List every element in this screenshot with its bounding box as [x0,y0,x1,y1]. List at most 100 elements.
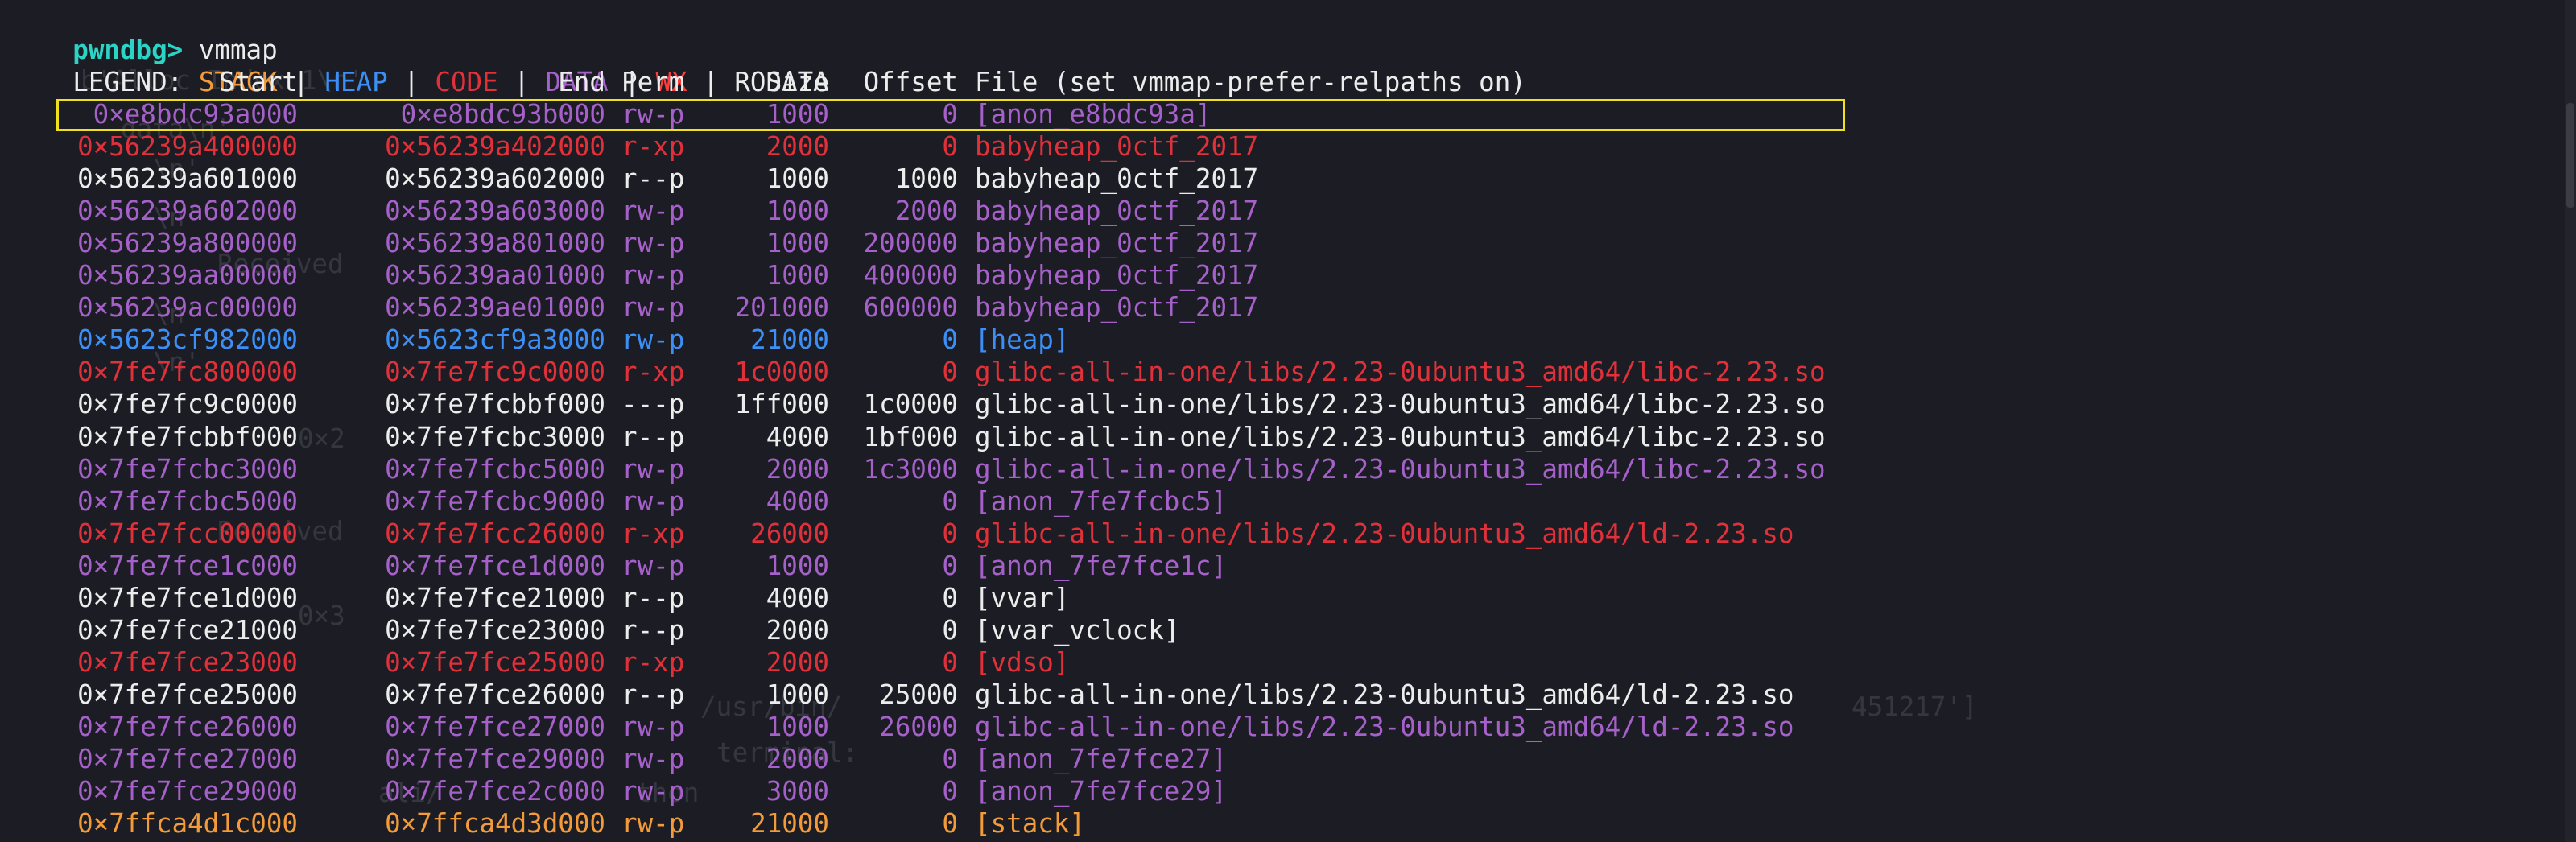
cell-perm: r--p [621,582,685,613]
cell-size: 1000 [766,711,829,742]
header-start: Start [219,67,298,97]
cell-start: 0×7fe7fcbc5000 [77,485,298,517]
cell-offset: 0 [942,131,958,163]
cell-perm: rw-p [621,776,685,807]
table-row: 0×56239a400000 0×56239a402000 r-xp 2000 0 bab… [0,130,1932,163]
cell-offset: 1c3000 [863,453,958,485]
cell-start: 0×56239aa00000 [77,260,298,291]
table-row: 0×56239ac00000 0×56239ae01000 rw-p 201000 60… [0,291,1932,324]
cell-size: 1000 [766,679,829,710]
cell-perm: r-xp [621,518,685,549]
cell-size: 1000 [766,228,829,259]
cell-perm: r--p [621,614,685,646]
cell-perm: rw-p [621,550,685,581]
cell-file: [anon_7fe7fcbc5] [975,485,1228,517]
cell-file: babyheap_0ctf_2017 [975,260,1259,291]
cell-size: 1000 [766,260,829,291]
cell-end: 0×7fe7fce1d000 [385,550,605,581]
cell-start: 0×5623cf982000 [77,324,298,356]
cell-file: babyheap_0ctf_2017 [975,228,1259,259]
scrollbar-thumb[interactable] [2566,103,2574,208]
cell-offset: 0 [942,324,958,356]
cell-perm: r--p [621,679,685,710]
cell-offset: 0 [942,614,958,646]
cell-size: 26000 [750,518,829,549]
cell-end: 0×56239a602000 [385,163,605,195]
table-row: 0×7fe7fcbc5000 0×7fe7fcbc9000 rw-p 4000 0 [an… [0,485,1932,518]
cell-start: 0×7fe7fc9c0000 [77,389,298,420]
cell-size: 2000 [766,614,829,646]
prompt-line: pwndbg> vmmap [10,2,277,65]
cell-end: 0×56239aa01000 [385,260,605,291]
cell-size: 2000 [766,453,829,485]
cell-start: 0×56239ac00000 [77,292,298,324]
cell-start: 0×56239a602000 [77,196,298,227]
table-row: 0×5623cf982000 0×5623cf9a3000 rw-p 21000 0 [h… [0,324,1932,356]
cell-file: glibc-all-in-one/libs/2.23-0ubuntu3_amd6… [975,453,1826,485]
header-size: Size [766,67,829,97]
cell-file: babyheap_0ctf_2017 [975,163,1259,195]
cell-file: [anon_7fe7fce1c] [975,550,1228,581]
cell-end: 0×7fe7fce26000 [385,679,605,710]
cell-offset: 0 [942,357,958,388]
cell-end: 0×7fe7fcbc3000 [385,421,605,452]
header-file: File (set vmmap-prefer-relpaths on) [975,67,1526,97]
legend-line: LEGEND: STACK | HEAP | CODE | DATA | WX … [10,34,828,97]
cell-start: 0×7fe7fce26000 [77,711,298,742]
cell-size: 4000 [766,485,829,517]
cell-start: 0×7fe7fc800000 [77,357,298,388]
cell-file: [stack] [975,808,1085,840]
cell-perm: rw-p [621,744,685,774]
cell-end: 0×56239ae01000 [385,292,605,324]
cell-start: 0×7fe7fcbc3000 [77,453,298,485]
table-row: 0×7fe7fcbbf000 0×7fe7fcbc3000 r--p 4000 1bf0… [0,421,1932,453]
table-row: 0×7fe7fcc00000 0×7fe7fcc26000 r-xp 26000 0 gl… [0,518,1932,550]
table-row: 0×56239aa00000 0×56239aa01000 rw-p 1000 4000… [0,259,1932,291]
terminal-window[interactable]: b'Alloc Index 1\n' data\n' \n' \n' Recei… [0,0,2576,842]
cell-size: 4000 [766,421,829,452]
cell-size: 2000 [766,646,829,678]
cell-end: 0×56239a603000 [385,196,605,227]
cell-perm: rw-p [621,260,685,291]
scrollbar[interactable] [2565,0,2576,842]
cell-end: 0×5623cf9a3000 [385,324,605,356]
table-row: 0×7fe7fce25000 0×7fe7fce26000 r--p 1000 2500… [0,679,1932,711]
cell-end: 0×7fe7fcbc5000 [385,453,605,485]
cell-file: glibc-all-in-one/libs/2.23-0ubuntu3_amd6… [975,357,1826,388]
table-row: 0×7fe7fcbc3000 0×7fe7fcbc5000 rw-p 2000 1c30… [0,453,1932,485]
cell-start: 0×7fe7fce29000 [77,776,298,807]
cell-perm: rw-p [621,711,685,742]
cell-start: 0×7fe7fce1c000 [77,550,298,581]
cell-start: 0×7fe7fce1d000 [77,582,298,613]
cell-file: glibc-all-in-one/libs/2.23-0ubuntu3_amd6… [975,711,1794,742]
table-header: Start End Perm Size Offset File (set vmm… [0,66,1932,98]
cell-offset: 25000 [879,679,958,710]
cell-offset: 0 [942,582,958,613]
cell-end: 0×56239a402000 [385,131,605,163]
cell-size: 4000 [766,582,829,613]
cell-perm: r-xp [621,357,685,388]
cell-perm: rw-p [621,196,685,227]
header-perm: Perm [621,67,685,97]
table-row: 0×7fe7fce27000 0×7fe7fce29000 rw-p 2000 0 [an… [0,743,1932,775]
cell-offset: 0 [942,776,958,807]
cell-start: 0×7fe7fce27000 [77,744,298,774]
cell-end: 0×7fe7fce27000 [385,711,605,742]
cell-offset: 1c0000 [863,389,958,420]
highlight-box [56,99,1845,131]
cell-start: 0×7fe7fcc00000 [77,518,298,549]
cell-offset: 400000 [863,260,958,291]
table-row: 0×7fe7fce26000 0×7fe7fce27000 rw-p 1000 2600… [0,711,1932,743]
cell-size: 1c0000 [734,357,829,388]
table-row: 0×7fe7fce1d000 0×7fe7fce21000 r--p 4000 0 [vv… [0,582,1932,614]
table-row: 0×7fe7fce1c000 0×7fe7fce1d000 rw-p 1000 0 [an… [0,550,1932,582]
cell-offset: 0 [942,485,958,517]
cell-offset: 0 [942,808,958,840]
table-row: 0×56239a800000 0×56239a801000 rw-p 1000 2000… [0,227,1932,259]
cell-size: 1000 [766,196,829,227]
cell-perm: r-xp [621,646,685,678]
cell-file: glibc-all-in-one/libs/2.23-0ubuntu3_amd6… [975,389,1826,420]
cell-end: 0×7fe7fce2c000 [385,776,605,807]
cell-start: 0×56239a601000 [77,163,298,195]
cell-end: 0×7fe7fce23000 [385,614,605,646]
